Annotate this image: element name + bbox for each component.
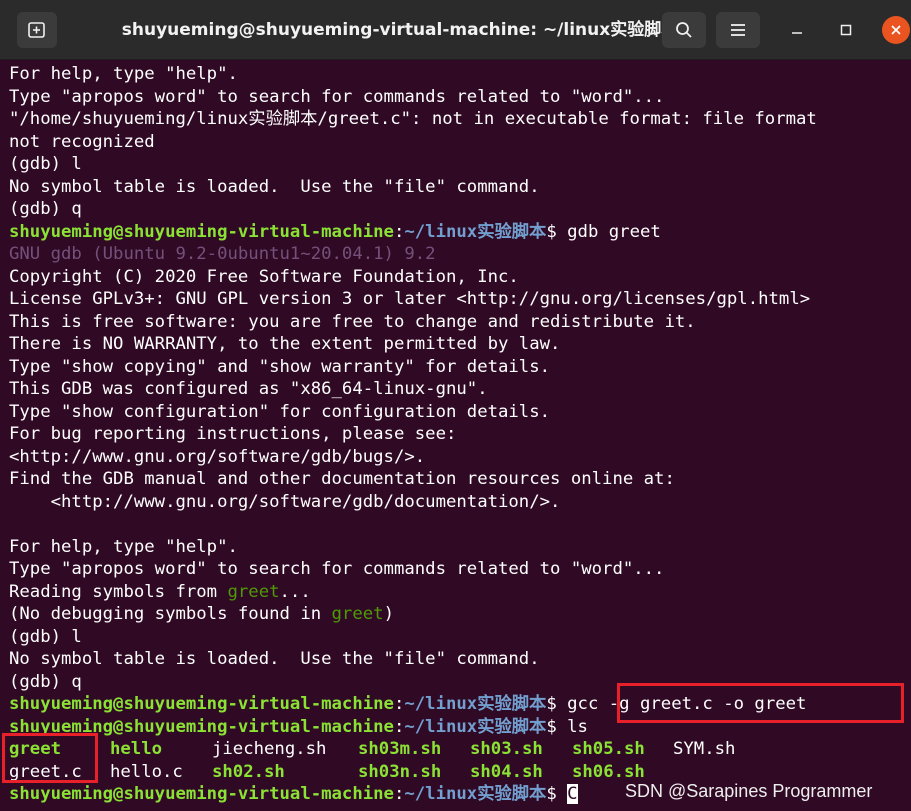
output-line: For help, type "help".: [9, 64, 238, 84]
output-line: Find the GDB manual and other documentat…: [9, 469, 675, 489]
prompt-symbol: $: [546, 694, 557, 714]
gdb-prompt-line: (gdb) q: [9, 199, 82, 219]
file-executable: hello: [110, 739, 163, 759]
prompt-user-host: shuyueming@shuyueming-virtual-machine: [9, 221, 394, 242]
shell-prompt-line: shuyueming@shuyueming-virtual-machine:~/…: [9, 716, 588, 738]
prompt-separator: :: [393, 716, 405, 737]
output-line: For bug reporting instructions, please s…: [9, 424, 457, 444]
new-tab-icon: [28, 22, 45, 38]
ls-output-item: sh02.sh: [212, 761, 285, 782]
output-text: Reading symbols from: [9, 581, 228, 602]
command-text: ls: [556, 716, 588, 737]
title-bar: shuyueming@shuyueming-virtual-machine: ~…: [0, 0, 911, 60]
output-line: Type "apropos word" to search for comman…: [9, 86, 665, 107]
maximize-icon: [840, 24, 852, 36]
file-executable: greet: [9, 739, 62, 759]
maximize-button[interactable]: [832, 16, 860, 44]
prompt-path: ~/linux实验脚本: [404, 716, 547, 737]
command-text: gcc -g greet.c -o greet: [556, 694, 807, 714]
output-line: Reading symbols from greet...: [9, 581, 311, 603]
gdb-prompt-line: (gdb) l: [9, 626, 82, 647]
prompt-user-host: shuyueming@shuyueming-virtual-machine: [9, 716, 394, 737]
ls-output-row: greet: [9, 738, 61, 760]
output-line: <http://www.gnu.org/software/gdb/documen…: [9, 491, 561, 512]
ls-output-item: sh03.sh: [470, 739, 543, 759]
ls-output-item: sh04.sh: [470, 761, 543, 782]
new-tab-button[interactable]: [17, 12, 57, 48]
gdb-prompt-line: (gdb) l: [9, 154, 82, 174]
ls-output-item: hello.c: [110, 761, 183, 782]
prompt-symbol: $: [546, 784, 557, 804]
output-line: License GPLv3+: GNU GPL version 3 or lat…: [9, 289, 811, 309]
close-icon: [891, 25, 901, 35]
gdb-version-line: GNU gdb (Ubuntu 9.2-0ubuntu1~20.04.1) 9.…: [9, 244, 436, 264]
prompt-user-host: shuyueming@shuyueming-virtual-machine: [9, 784, 394, 804]
prompt-path: ~/linux实验脚本: [404, 784, 547, 804]
ls-output-item: SYM.sh: [673, 739, 736, 759]
menu-button[interactable]: [716, 12, 760, 48]
output-line: "/home/shuyueming/linux实验脚本/greet.c": no…: [9, 109, 817, 129]
output-line: Type "apropos word" to search for comman…: [9, 559, 665, 579]
output-line: Type "show configuration" for configurat…: [9, 401, 551, 422]
prompt-separator: :: [393, 784, 405, 804]
prompt-path: ~/linux实验脚本: [404, 694, 547, 714]
shell-prompt-line: shuyueming@shuyueming-virtual-machine:~/…: [9, 221, 661, 243]
search-button[interactable]: [662, 12, 706, 48]
program-name: greet: [331, 604, 384, 624]
ls-output-item: sh05.sh: [572, 739, 645, 759]
output-line: Type "show copying" and "show warranty" …: [9, 356, 551, 377]
ls-output-item: jiecheng.sh: [212, 739, 327, 759]
ls-output-item: greet.c: [9, 761, 82, 782]
close-button[interactable]: [882, 16, 910, 44]
output-line: <http://www.gnu.org/software/gdb/bugs/>.: [9, 446, 426, 467]
hamburger-menu-icon: [731, 24, 745, 36]
output-line: For help, type "help".: [9, 536, 238, 557]
watermark: SDN @Sarapines Programmer: [625, 781, 873, 801]
output-line: (No debugging symbols found in greet): [9, 603, 394, 625]
output-line: not recognized: [9, 131, 155, 152]
output-text: ...: [279, 581, 311, 602]
prompt-user-host: shuyueming@shuyueming-virtual-machine: [9, 694, 394, 714]
output-text: ): [383, 604, 394, 624]
prompt-symbol: $: [546, 716, 557, 737]
shell-prompt-line: shuyueming@shuyueming-virtual-machine:~/…: [9, 693, 806, 715]
output-line: Copyright (C) 2020 Free Software Foundat…: [9, 266, 519, 287]
prompt-path: ~/linux实验脚本: [404, 221, 547, 242]
command-text: gdb greet: [556, 221, 661, 242]
output-line: This GDB was configured as "x86_64-linux…: [9, 379, 488, 399]
output-line: No symbol table is loaded. Use the "file…: [9, 176, 540, 197]
terminal-output[interactable]: For help, type "help". Type "apropos wor…: [0, 61, 911, 811]
ls-output-item: hello: [110, 738, 162, 760]
ls-output-item: sh03n.sh: [358, 761, 442, 782]
prompt-separator: :: [393, 694, 405, 714]
prompt-separator: :: [393, 221, 405, 242]
output-line: This is free software: you are free to c…: [9, 311, 696, 332]
output-text: (No debugging symbols found in: [9, 604, 332, 624]
prompt-symbol: $: [546, 221, 557, 242]
ls-output-item: sh03m.sh: [358, 739, 442, 759]
program-name: greet: [227, 581, 280, 602]
minimize-button[interactable]: [783, 16, 811, 44]
output-line: No symbol table is loaded. Use the "file…: [9, 649, 540, 669]
output-line: There is NO WARRANTY, to the extent perm…: [9, 334, 561, 354]
window-title: shuyueming@shuyueming-virtual-machine: ~…: [121, 20, 679, 40]
shell-prompt-line: shuyueming@shuyueming-virtual-machine:~/…: [9, 783, 578, 805]
text-cursor: C: [567, 784, 578, 804]
search-icon: [676, 22, 692, 38]
gdb-prompt-line: (gdb) q: [9, 671, 82, 692]
minimize-icon: [792, 32, 802, 34]
